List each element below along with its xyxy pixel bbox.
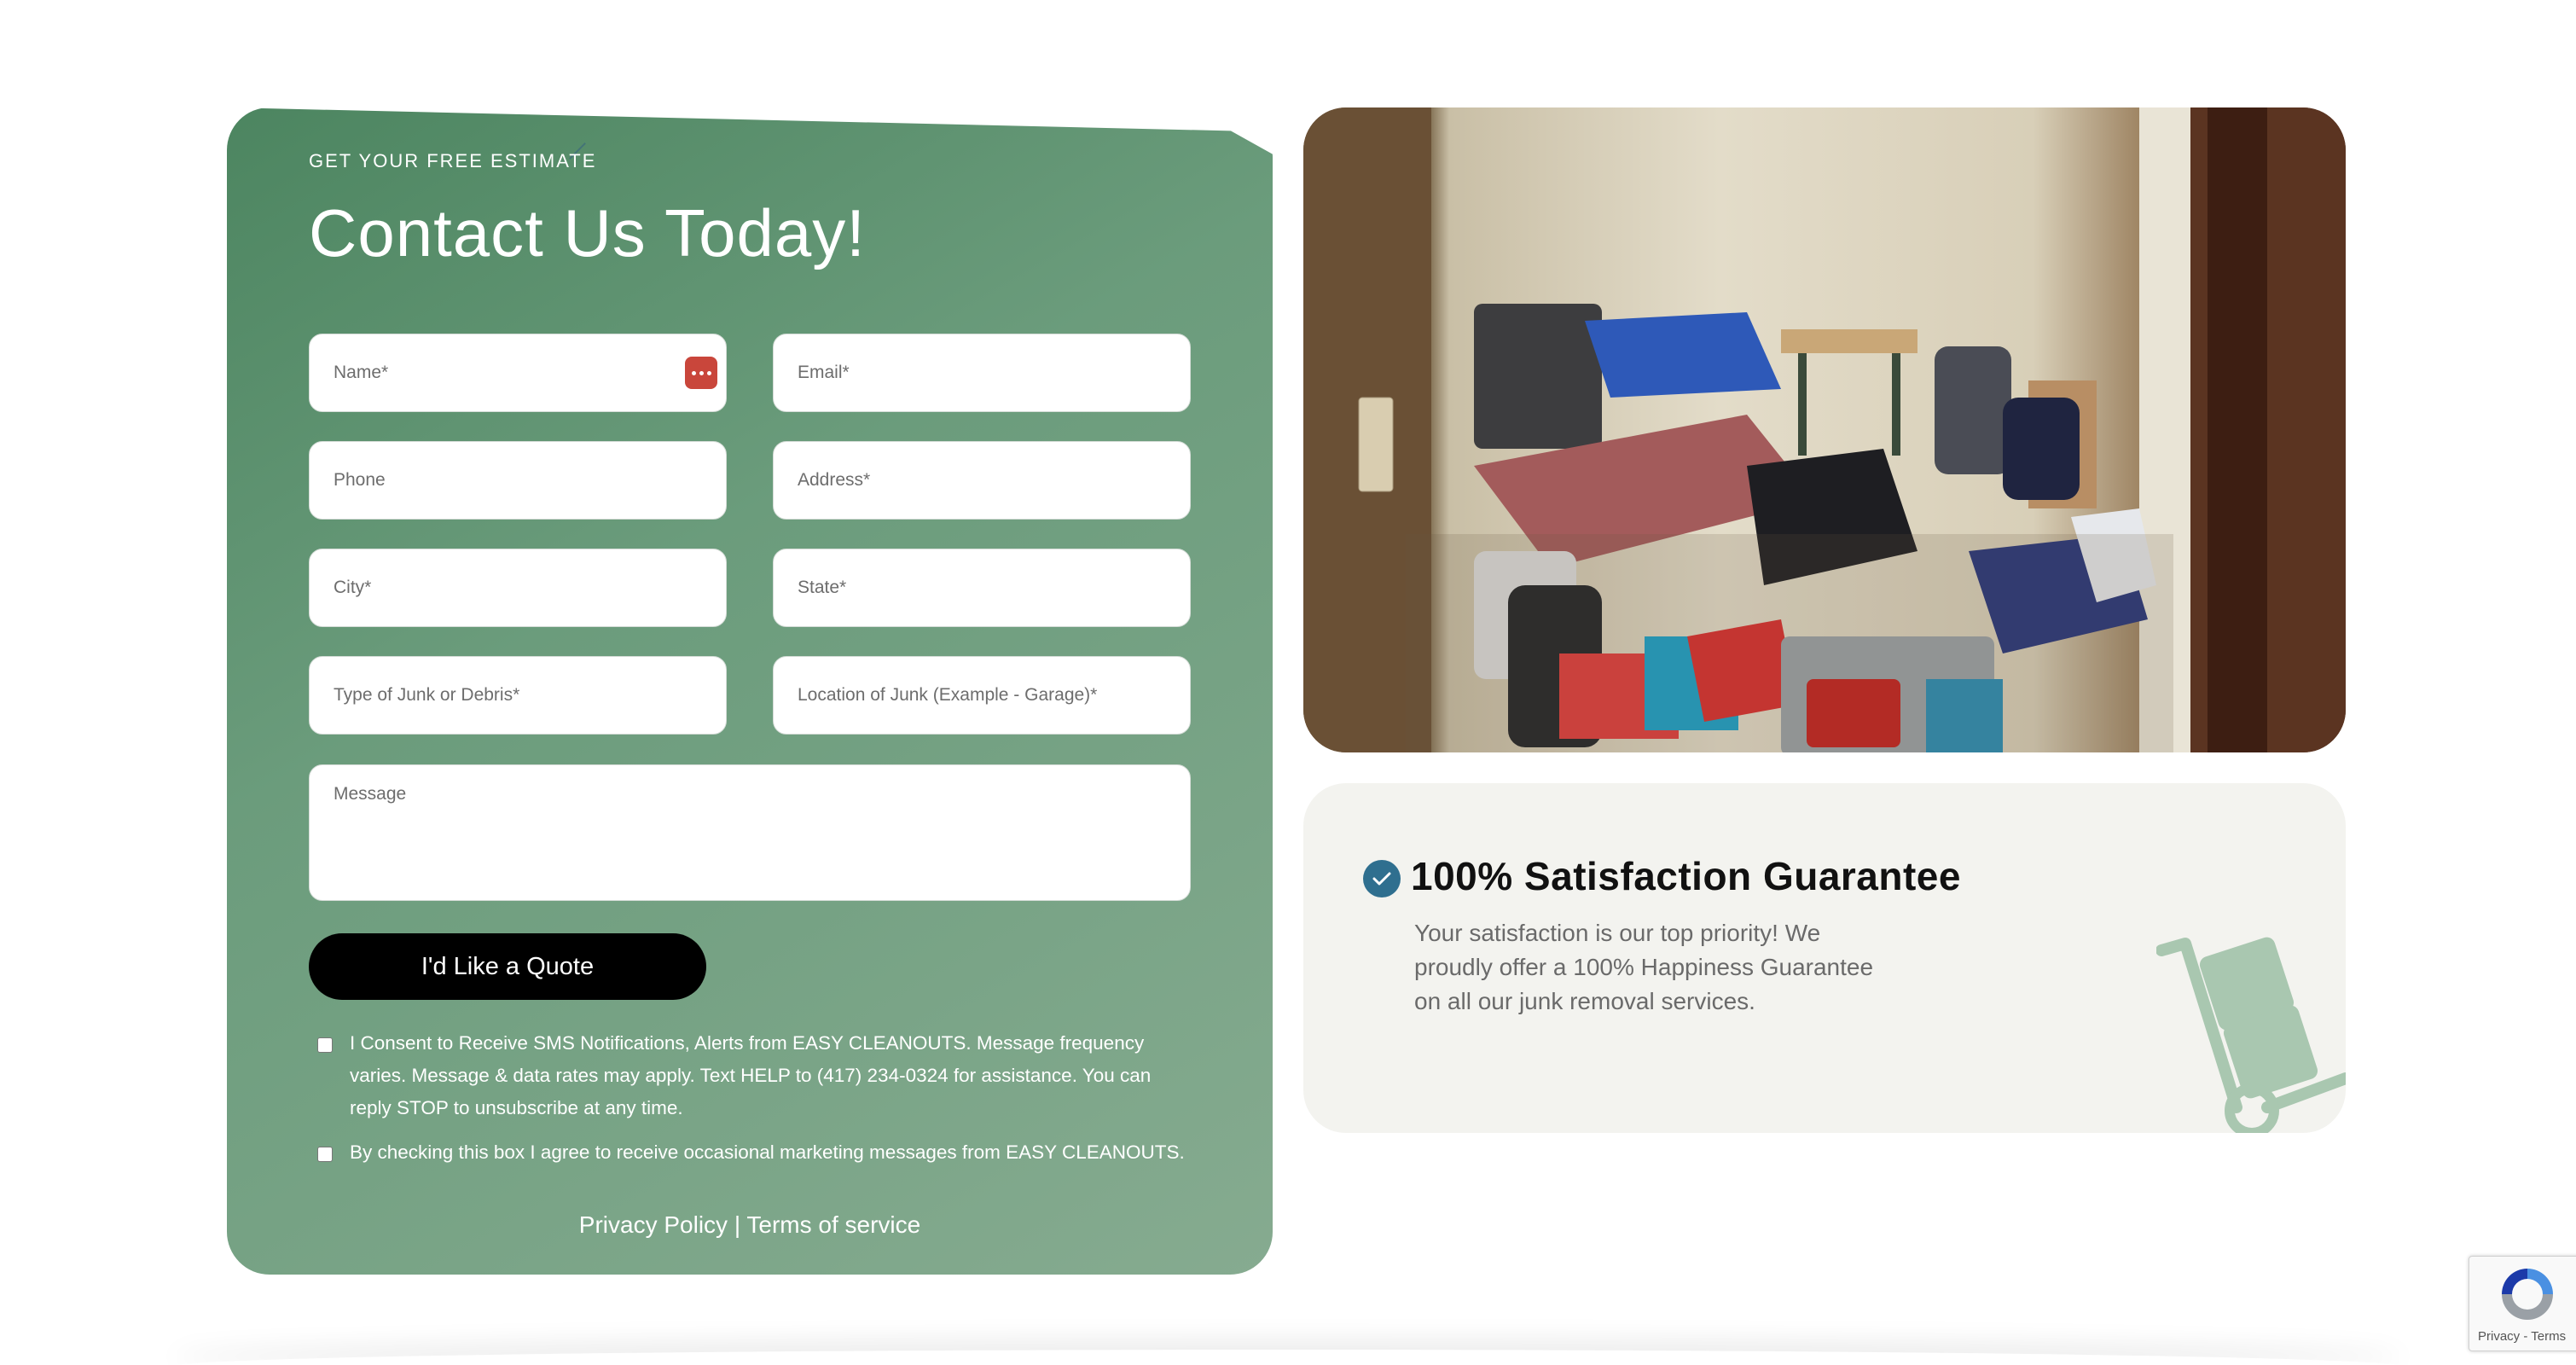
name-placeholder: Name* — [334, 363, 389, 382]
phone-field[interactable]: Phone — [309, 441, 727, 520]
terms-link[interactable]: Terms of service — [746, 1211, 920, 1238]
recaptcha-terms-link[interactable]: Terms — [2531, 1329, 2566, 1344]
recaptcha-badge[interactable]: Privacy - Terms — [2469, 1256, 2576, 1351]
address-field[interactable]: Address* — [773, 441, 1191, 520]
policy-links: Privacy Policy | Terms of service — [227, 1211, 1273, 1239]
sms-consent-text: I Consent to Receive SMS Notifications, … — [350, 1032, 1152, 1118]
contact-form-card: GET YOUR FREE ESTIMATE Contact Us Today!… — [227, 107, 1273, 1275]
form-eyebrow: GET YOUR FREE ESTIMATE — [309, 150, 597, 171]
junk-type-placeholder: Type of Junk or Debris* — [334, 685, 520, 705]
checkmark-icon — [1363, 860, 1401, 897]
state-field[interactable]: State* — [773, 549, 1191, 627]
name-field[interactable]: Name* — [309, 334, 727, 412]
recaptcha-links: Privacy - Terms — [2478, 1329, 2566, 1344]
message-field[interactable]: Message — [309, 764, 1191, 901]
sms-consent-checkbox[interactable] — [317, 1037, 333, 1053]
marketing-consent: By checking this box I agree to receive … — [317, 1136, 1196, 1169]
guarantee-title: 100% Satisfaction Guarantee — [1411, 854, 1961, 898]
privacy-policy-link[interactable]: Privacy Policy — [579, 1211, 728, 1238]
marketing-consent-text: By checking this box I agree to receive … — [350, 1141, 1185, 1163]
phone-placeholder: Phone — [334, 470, 386, 490]
recaptcha-separator: - — [2520, 1329, 2532, 1344]
quote-button[interactable]: I'd Like a Quote — [309, 933, 706, 1000]
guarantee-text: Your satisfaction is our top priority! W… — [1414, 920, 1874, 1014]
policy-separator: | — [728, 1211, 747, 1238]
junk-type-field[interactable]: Type of Junk or Debris* — [309, 656, 727, 735]
state-placeholder: State* — [798, 578, 847, 597]
guarantee-box: 100% Satisfaction Guarantee Your satisfa… — [1303, 783, 2346, 1133]
junk-location-field[interactable]: Location of Junk (Example - Garage)* — [773, 656, 1191, 735]
recaptcha-icon — [2502, 1269, 2553, 1320]
email-placeholder: Email* — [798, 363, 850, 382]
city-field[interactable]: City* — [309, 549, 727, 627]
address-placeholder: Address* — [798, 470, 871, 490]
marketing-consent-checkbox[interactable] — [317, 1147, 333, 1162]
junk-location-placeholder: Location of Junk (Example - Garage)* — [798, 685, 1098, 705]
message-placeholder: Message — [334, 784, 407, 804]
password-manager-icon[interactable] — [685, 357, 717, 389]
form-title: Contact Us Today! — [309, 195, 866, 270]
city-placeholder: City* — [334, 578, 372, 597]
cluttered-room-photo — [1303, 107, 2346, 752]
email-field[interactable]: Email* — [773, 334, 1191, 412]
footer-shadow — [171, 1350, 2405, 1365]
hand-truck-icon — [2156, 937, 2346, 1133]
room-illustration — [1303, 107, 2346, 752]
recaptcha-privacy-link[interactable]: Privacy — [2478, 1329, 2520, 1344]
sms-consent: I Consent to Receive SMS Notifications, … — [317, 1027, 1196, 1124]
